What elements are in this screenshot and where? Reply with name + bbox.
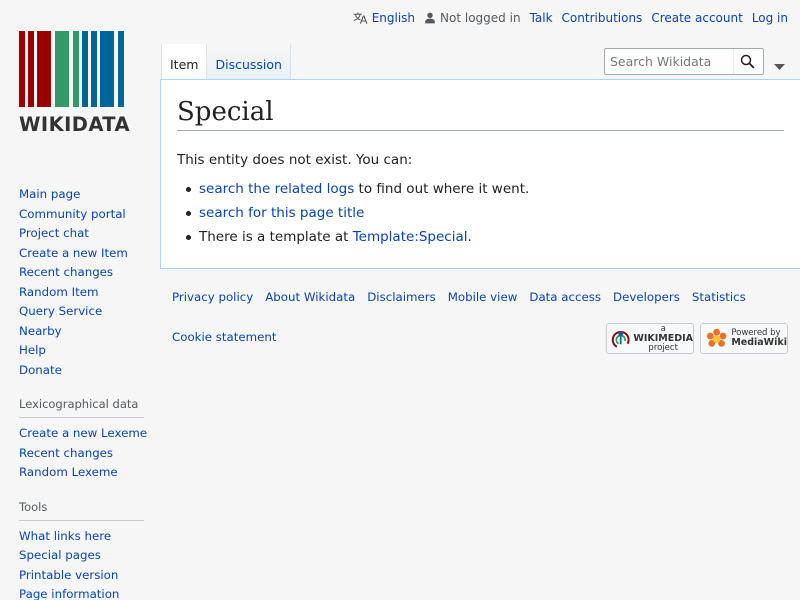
list-item: There is a template at Template:Special. [185,225,784,249]
footer-links: Privacy policy About Wikidata Disclaimer… [172,290,792,304]
footer-privacy-link[interactable]: Privacy policy [172,290,253,304]
chevron-down-icon [774,64,785,70]
badge-text: project [648,342,678,353]
related-logs-link[interactable]: search the related logs [199,181,354,197]
wikidata-logo[interactable]: WIKIDATA [19,31,140,136]
list-item-text: There is a template at [199,229,353,245]
wikimedia-project-badge[interactable]: a WIKIMEDIA project [606,323,694,354]
list-item-text: . [467,229,472,245]
sidebar-item-random-lexeme[interactable]: Random Lexeme [19,465,118,479]
search-icon [740,54,755,69]
sidebar-item-project-chat[interactable]: Project chat [19,226,89,240]
sidebar-item-create-lexeme[interactable]: Create a new Lexeme [19,426,147,440]
footer-mobile-view-link[interactable]: Mobile view [448,290,518,304]
sidebar-item-printable-version[interactable]: Printable version [19,568,118,582]
footer-disclaimers-link[interactable]: Disclaimers [367,290,436,304]
sidebar-item-random-item[interactable]: Random Item [19,285,98,299]
mediawiki-flower-icon [706,328,727,347]
options-list: search the related logs to find out wher… [185,177,784,249]
sidebar-item-special-pages[interactable]: Special pages [19,548,101,562]
not-logged-in-label: Not logged in [440,11,521,25]
sidebar-item-community-portal[interactable]: Community portal [19,207,126,221]
sidebar-item-query-service[interactable]: Query Service [19,304,102,318]
footer-about-link[interactable]: About Wikidata [265,290,355,304]
sidebar-item-lexeme-recent-changes[interactable]: Recent changes [19,446,113,460]
user-icon [425,12,435,24]
footer-developers-link[interactable]: Developers [613,290,680,304]
search-box [604,48,764,75]
list-item-text: to find out where it went. [354,181,530,197]
footer-badges: a WIKIMEDIA project Powered by MediaWiki [606,323,794,354]
lexicographical-portal: Lexicographical data Create a new Lexeme… [0,393,160,483]
footer-cookie-link[interactable]: Cookie statement [172,330,277,344]
language-selector[interactable]: English [353,9,415,27]
namespace-tabs: Item Discussion [161,44,291,80]
sidebar-item-recent-changes[interactable]: Recent changes [19,265,113,279]
sidebar-item-help[interactable]: Help [19,343,46,357]
sidebar-item-page-information[interactable]: Page information [19,587,119,600]
badge-text: MediaWiki [731,337,787,348]
log-in-link[interactable]: Log in [752,9,788,27]
sidebar-item-main-page[interactable]: Main page [19,187,80,201]
navigation-portal: Main page Community portal Project chat … [0,185,160,380]
search-button[interactable] [733,49,761,74]
list-item: search the related logs to find out wher… [185,177,784,201]
powered-by-mediawiki-badge[interactable]: Powered by MediaWiki [700,323,788,354]
page-title: Special [177,96,784,131]
template-link[interactable]: Template:Special [353,229,468,245]
personal-tools: English Not logged in Talk Contributions… [344,9,788,27]
anon-user: Not logged in [424,9,521,27]
search-input[interactable] [605,49,733,74]
create-account-link[interactable]: Create account [651,9,743,27]
talk-link[interactable]: Talk [530,9,553,27]
tab-item[interactable]: Item [161,44,207,80]
tab-discussion-label: Discussion [215,57,282,72]
sidebar-item-create-item[interactable]: Create a new Item [19,246,128,260]
tab-discussion[interactable]: Discussion [206,44,291,80]
search-title-link[interactable]: search for this page title [199,205,364,221]
sidebar-item-donate[interactable]: Donate [19,363,62,377]
lexicographical-heading: Lexicographical data [19,393,144,418]
sidebar-item-what-links-here[interactable]: What links here [19,529,111,543]
footer-statistics-link[interactable]: Statistics [692,290,746,304]
main-content: Special This entity does not exist. You … [160,79,800,269]
translate-icon [353,12,368,24]
tab-item-label: Item [170,57,199,72]
wikimedia-logo-icon [611,330,630,349]
sidebar-item-nearby[interactable]: Nearby [19,324,62,338]
language-link[interactable]: English [372,9,415,27]
sidebar: Main page Community portal Project chat … [0,185,160,600]
contributions-link[interactable]: Contributions [562,9,643,27]
badge-text: WIKIMEDIA [633,332,693,344]
intro-text: This entity does not exist. You can: [177,152,413,168]
footer-data-access-link[interactable]: Data access [529,290,601,304]
logo-barcode [19,31,140,107]
tools-heading: Tools [19,496,144,521]
logo-wordmark: WIKIDATA [19,113,130,136]
list-item: search for this page title [185,201,784,225]
tools-portal: Tools What links here Special pages Prin… [0,496,160,600]
more-menu[interactable] [774,56,785,75]
